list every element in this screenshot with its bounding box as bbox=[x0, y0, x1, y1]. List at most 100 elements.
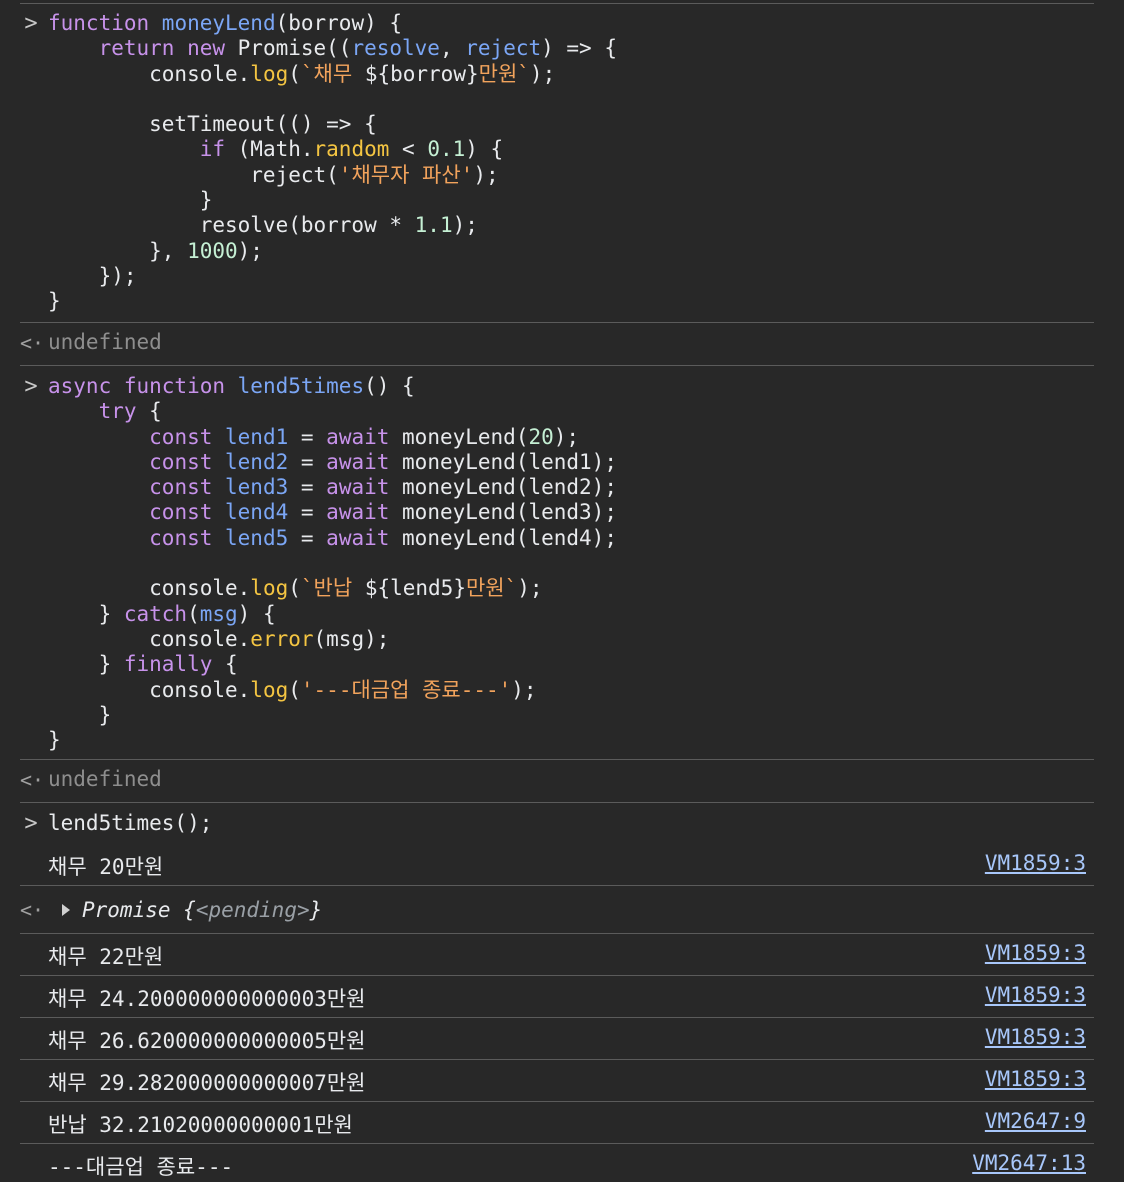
code-token: reject( bbox=[48, 162, 339, 187]
source-link[interactable]: VM1859:3 bbox=[985, 941, 1086, 965]
code-token: } bbox=[48, 652, 124, 677]
code-token: ) { bbox=[237, 601, 276, 626]
code-token: ); bbox=[237, 238, 263, 263]
code-token: await bbox=[326, 475, 403, 500]
code-token: ${borrow} bbox=[364, 61, 479, 86]
code-token: lend1 bbox=[225, 424, 289, 449]
source-link[interactable]: VM1859:3 bbox=[985, 1025, 1086, 1049]
code-token: setTimeout(() => { bbox=[48, 112, 377, 137]
code-token: ) => { bbox=[541, 36, 617, 61]
code-token: resolve(borrow * bbox=[48, 213, 415, 238]
code-token: const bbox=[149, 449, 226, 474]
code-token: = bbox=[288, 475, 327, 500]
code-token: ); bbox=[529, 61, 556, 86]
code-token: '---대금업 종료---' bbox=[300, 677, 512, 702]
code-token: finally bbox=[123, 652, 226, 677]
code-token: 1000 bbox=[187, 238, 238, 263]
code-token: log bbox=[250, 576, 289, 601]
promise-label: Promise bbox=[82, 898, 184, 922]
source-link[interactable]: VM2647:13 bbox=[972, 1151, 1086, 1175]
code-token: { bbox=[149, 399, 162, 424]
code-token: } bbox=[48, 188, 213, 213]
promise-state: <pending> bbox=[195, 898, 310, 922]
code-token: moneyLend bbox=[161, 11, 276, 35]
code-block-lend5times[interactable]: async function lend5times() { try { cons… bbox=[48, 374, 617, 753]
code-token: } bbox=[48, 728, 61, 753]
code-token: ); bbox=[473, 162, 499, 187]
separator bbox=[20, 885, 1094, 886]
code-token: lend2 bbox=[225, 449, 289, 474]
code-token: random bbox=[313, 137, 390, 162]
code-token: console. bbox=[48, 626, 251, 651]
code-token: moneyLend( bbox=[402, 424, 529, 449]
separator bbox=[20, 1017, 1094, 1018]
code-token: const bbox=[149, 424, 226, 449]
code-token: const bbox=[149, 500, 226, 525]
separator bbox=[20, 322, 1094, 323]
code-block-call[interactable]: lend5times(); bbox=[48, 811, 212, 836]
code-token: ); bbox=[511, 677, 537, 702]
promise-result[interactable]: Promise {<pending>} bbox=[62, 898, 322, 922]
code-token: } bbox=[48, 289, 61, 314]
code-token: console. bbox=[48, 61, 251, 86]
code-token: () { bbox=[364, 374, 415, 398]
code-token: moneyLend(lend4); bbox=[402, 525, 617, 550]
code-token: < bbox=[389, 137, 428, 162]
code-token: await bbox=[326, 525, 403, 550]
source-link[interactable]: VM1859:3 bbox=[985, 851, 1086, 875]
code-token: moneyLend(lend1); bbox=[402, 449, 617, 474]
input-prompt-icon: > bbox=[24, 374, 38, 399]
input-prompt-icon: > bbox=[24, 811, 38, 836]
code-token: (msg); bbox=[313, 626, 390, 651]
code-token: } bbox=[48, 601, 124, 626]
source-link[interactable]: VM1859:3 bbox=[985, 1067, 1086, 1091]
code-token: console. bbox=[48, 677, 251, 702]
code-token: (borrow) { bbox=[275, 11, 403, 35]
code-token: 20 bbox=[528, 424, 554, 449]
code-token: try bbox=[98, 399, 150, 424]
code-token: await bbox=[326, 424, 403, 449]
code-token: = bbox=[288, 424, 327, 449]
code-token: 1.1 bbox=[414, 213, 453, 238]
source-link[interactable]: VM1859:3 bbox=[985, 983, 1086, 1007]
code-token: ) { bbox=[465, 137, 504, 162]
code-token: `채무 bbox=[300, 61, 365, 86]
return-value-undefined: undefined bbox=[48, 330, 162, 354]
code-token: if bbox=[199, 137, 238, 162]
separator bbox=[20, 975, 1094, 976]
code-token: }, bbox=[48, 238, 188, 263]
return-value-icon: <· bbox=[20, 898, 45, 922]
code-token: ( bbox=[288, 677, 301, 702]
code-token: = bbox=[288, 500, 327, 525]
separator bbox=[20, 365, 1094, 366]
code-token: ( bbox=[288, 61, 301, 86]
console-log-message: 채무 24.200000000000003만원 bbox=[48, 987, 366, 1011]
separator bbox=[20, 1101, 1094, 1102]
code-token: lend3 bbox=[225, 475, 289, 500]
code-token: error bbox=[250, 626, 314, 651]
code-token: const bbox=[149, 475, 226, 500]
promise-open-brace: { bbox=[183, 898, 196, 922]
separator bbox=[20, 759, 1094, 760]
devtools-console: > function moneyLend(borrow) { return ne… bbox=[0, 0, 1124, 1182]
return-value-icon: <· bbox=[20, 331, 45, 355]
promise-close-brace: } bbox=[309, 898, 323, 922]
code-token: , bbox=[439, 36, 466, 61]
source-link[interactable]: VM2647:9 bbox=[985, 1109, 1086, 1133]
expand-triangle-icon[interactable] bbox=[62, 904, 70, 916]
code-block-money-lend[interactable]: function moneyLend(borrow) { return new … bbox=[48, 11, 617, 315]
code-token: '채무자 파산' bbox=[338, 162, 474, 187]
code-token: async function bbox=[48, 374, 238, 398]
code-token: lend5 bbox=[225, 525, 289, 550]
code-token: { bbox=[225, 652, 238, 677]
console-log-message: 채무 26.620000000000005만원 bbox=[48, 1029, 366, 1053]
code-token: }); bbox=[48, 263, 137, 288]
separator bbox=[20, 1059, 1094, 1060]
code-token: lend4 bbox=[225, 500, 289, 525]
input-prompt-icon: > bbox=[24, 11, 38, 36]
code-token: console. bbox=[48, 576, 251, 601]
